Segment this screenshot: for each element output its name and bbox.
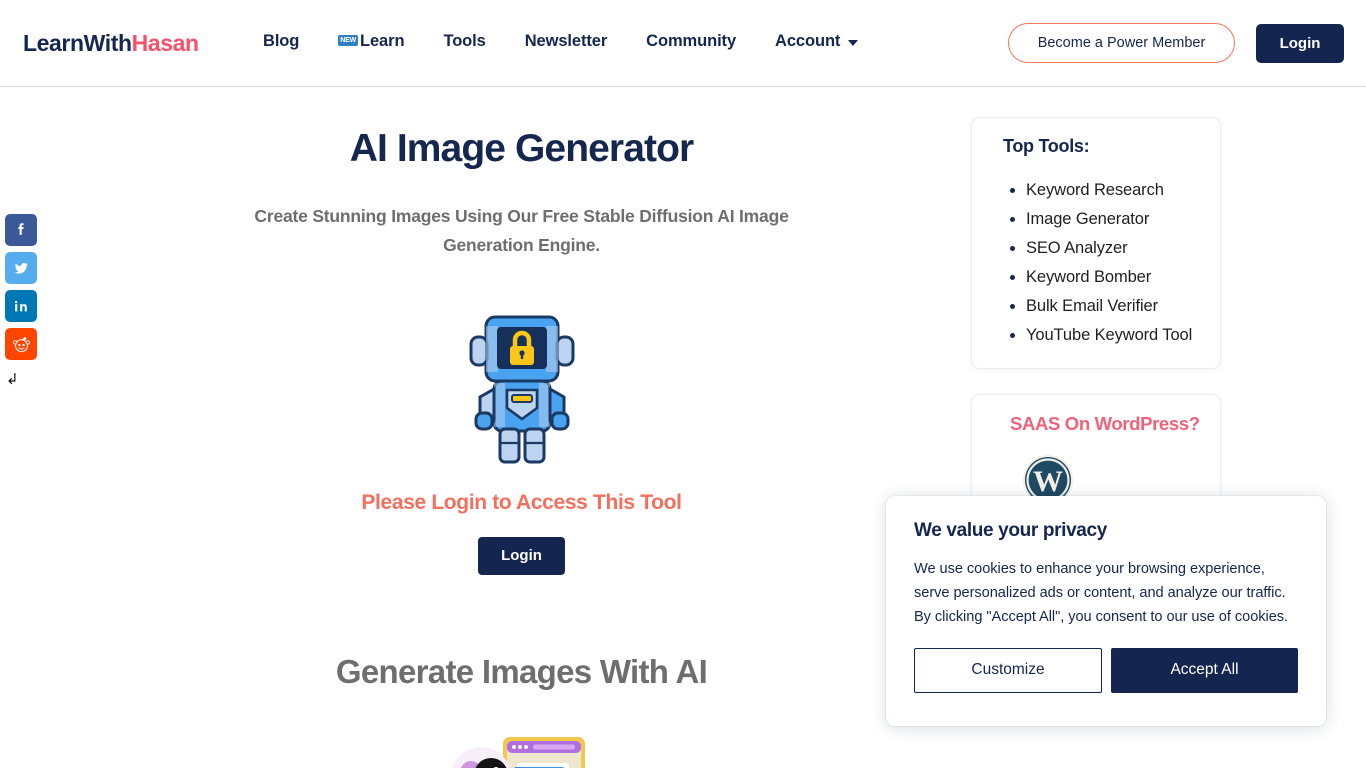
section-title-generate: Generate Images With AI <box>335 652 708 690</box>
cookie-banner-body: We use cookies to enhance your browsing … <box>914 561 1289 625</box>
robot-viewing-image-icon <box>452 736 585 768</box>
header-login-button[interactable]: Login <box>1256 24 1344 63</box>
top-tools-title: Top Tools: <box>1003 136 1090 156</box>
cookie-consent-banner: We value your privacy We use cookies to … <box>886 496 1326 726</box>
list-item[interactable]: Keyword Bomber <box>1026 269 1200 286</box>
nav-item-community[interactable]: Community <box>646 32 736 51</box>
saas-card-title: SAAS On WordPress? <box>1010 412 1200 434</box>
site-logo[interactable]: LearnWithHasan <box>23 30 199 57</box>
nav-item-blog[interactable]: Blog <box>263 32 299 51</box>
nav-label-blog: Blog <box>263 32 300 50</box>
login-required-message: Please Login to Access This Tool <box>361 490 682 514</box>
nav-item-learn[interactable]: NEW Learn <box>338 32 405 51</box>
page-subtitle: Create Stunning Images Using Our Free St… <box>254 205 789 256</box>
main-login-button[interactable]: Login <box>478 536 565 575</box>
logo-text-primary: LearnWith <box>23 30 132 56</box>
site-header: LearnWithHasan Blog NEW Learn Tools News… <box>0 0 1366 87</box>
list-item[interactable]: Keyword Research <box>1026 182 1200 199</box>
new-badge-icon: NEW <box>338 35 358 46</box>
linkedin-share-icon[interactable] <box>5 290 37 322</box>
nav-item-tools[interactable]: Tools <box>443 32 485 51</box>
cookie-banner-title: We value your privacy <box>914 520 1107 541</box>
main-content: AI Image Generator Create Stunning Image… <box>230 87 813 768</box>
accept-all-cookies-button[interactable]: Accept All <box>1111 647 1298 693</box>
page-title: AI Image Generator <box>349 127 694 170</box>
svg-text:W: W <box>1033 465 1063 498</box>
top-tools-list: Keyword Research Image Generator SEO Ana… <box>992 182 1200 344</box>
nav-label-newsletter: Newsletter <box>524 32 608 50</box>
social-share-rail: ↲ <box>5 214 37 388</box>
locked-robot-illustration <box>230 313 813 465</box>
customize-cookies-button[interactable]: Customize <box>914 647 1102 693</box>
nav-item-newsletter[interactable]: Newsletter <box>524 32 608 51</box>
chevron-down-icon <box>848 39 859 46</box>
main-navigation: Blog NEW Learn Tools Newsletter Communit… <box>263 32 859 51</box>
nav-item-account[interactable]: Account <box>775 32 859 51</box>
nav-label-tools: Tools <box>443 32 486 50</box>
generate-images-illustration <box>230 729 813 768</box>
top-tools-card: Top Tools: Keyword Research Image Genera… <box>971 117 1221 369</box>
robot-with-lock-icon <box>469 315 574 464</box>
logo-text-accent: Hasan <box>131 30 199 56</box>
nav-label-account: Account <box>775 32 841 50</box>
list-item[interactable]: YouTube Keyword Tool <box>1026 327 1200 344</box>
nav-label-learn: Learn <box>360 32 405 50</box>
cookie-banner-actions: Customize Accept All <box>914 647 1298 693</box>
twitter-share-icon[interactable] <box>5 252 37 284</box>
reddit-share-icon[interactable] <box>5 328 37 360</box>
become-power-member-button[interactable]: Become a Power Member <box>1008 23 1235 63</box>
list-item[interactable]: SEO Analyzer <box>1026 240 1200 257</box>
hide-share-rail-icon[interactable]: ↲ <box>6 372 22 388</box>
list-item[interactable]: Image Generator <box>1026 211 1200 228</box>
facebook-share-icon[interactable] <box>5 214 37 246</box>
list-item[interactable]: Bulk Email Verifier <box>1026 298 1200 315</box>
nav-label-community: Community <box>646 32 737 50</box>
